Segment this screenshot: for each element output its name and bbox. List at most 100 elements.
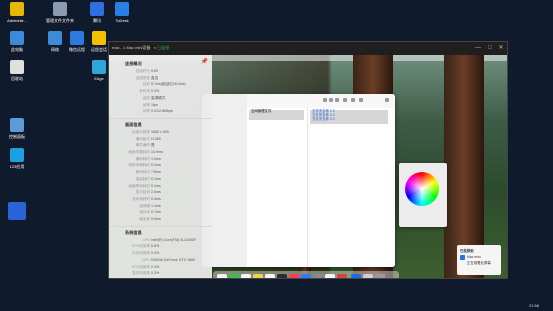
settings-icon[interactable] [313, 274, 323, 278]
close-button[interactable]: ✕ [496, 44, 506, 52]
stats-value: 14.9ms [151, 150, 163, 154]
taskbar-tray: 21:58 [473, 301, 553, 311]
color-picker[interactable] [399, 163, 447, 227]
finder-window[interactable]: 空间管理文件 文件夹名称 1.0 文件夹名称 2.0 文件夹名称 3.0 [202, 94, 395, 267]
color-wheel[interactable] [405, 172, 439, 206]
stats-value: 1.0ms [151, 156, 161, 161]
folder-icon [10, 2, 24, 16]
view-icon[interactable] [323, 98, 327, 102]
stats-key: 渲染耗时 [135, 176, 150, 181]
stats-value: 0.1ms [151, 176, 161, 181]
connection-status-text: 已连接 [157, 45, 170, 50]
share-icon[interactable] [343, 98, 347, 102]
desktop-icon-this-pc[interactable]: 此电脑 [2, 31, 32, 53]
stats-value: 0.0% [151, 89, 160, 94]
remote-desktop-window: mac - 1 Mac mini设备 ● 已连接 — □ ✕ 空间管理文件 文件… [108, 41, 508, 279]
minimize-button[interactable]: — [473, 44, 483, 52]
app-icon [70, 31, 84, 45]
stats-key: 帧丢弃 [139, 217, 150, 221]
stats-value: 0.2% [151, 271, 160, 276]
desktop-icon-todesk[interactable]: ToDesk [107, 2, 137, 23]
stats-section-title: 画面信息 [109, 122, 212, 129]
preview-icon[interactable] [325, 274, 335, 278]
view-icon[interactable] [329, 98, 333, 102]
stats-value: 2.4% [151, 264, 160, 269]
stats-key: 硬件编码 [135, 143, 150, 148]
taskbar-time: 21:58 [528, 303, 539, 308]
app-icon [90, 2, 104, 16]
desktop-icon-control-panel[interactable]: 控制面板 [2, 118, 32, 140]
desktop-icon-files[interactable]: 管理文件文件夹 [45, 2, 75, 24]
stats-key: 连接时长 [135, 69, 150, 73]
connection-stats-panel: 📌 连接概况 连接时长 0:00 连接类型 直连 延迟 5.7ms(帧延迟28.0ms) 丢包… [109, 55, 212, 278]
notes-icon[interactable] [253, 274, 263, 278]
view-icon[interactable] [335, 98, 339, 102]
desktop-icon-admin[interactable]: Administr... [2, 2, 32, 23]
stats-value: 0.0/12.8Mbps [151, 109, 173, 114]
divider [109, 117, 212, 119]
computer-icon [10, 31, 24, 45]
stats-key: 远端分辨率 [132, 129, 150, 134]
tv-icon[interactable] [277, 274, 287, 278]
stats-value: 是 [151, 143, 155, 148]
stats-value: Intel(R) Core(TM) i5-14400F [151, 237, 197, 242]
stats-key: 画面采集耗时 [128, 150, 150, 154]
list-item[interactable]: 空间管理文件 [249, 109, 304, 120]
reminders-icon[interactable] [265, 274, 275, 278]
maximize-button[interactable]: □ [485, 44, 495, 52]
stats-section-title-text: 系统信息 [125, 229, 142, 235]
stats-key: 丢包率 [139, 89, 150, 94]
list-item-label: 文件夹名称 3.0 [312, 116, 335, 121]
trash-icon[interactable] [375, 274, 385, 278]
stats-key: GPU利用率 [131, 264, 150, 269]
notification[interactable]: 已投屏到 Mac mini 正在观看此屏幕 [457, 245, 501, 275]
desktop-icon-recycle[interactable]: 回收站 [2, 60, 32, 82]
calendar-icon[interactable] [241, 274, 251, 278]
notification-line: Mac mini [467, 255, 481, 259]
stats-value: NVIDIA GeForce GTX 1660 [151, 257, 196, 262]
stats-value: 6.8% [151, 244, 160, 249]
app-icon [115, 2, 129, 16]
app-icon[interactable] [337, 274, 347, 278]
finder-column-b: 文件夹名称 1.0 文件夹名称 2.0 文件夹名称 3.0 [308, 108, 395, 267]
app-icon [10, 148, 24, 162]
app-store-icon[interactable] [301, 274, 311, 278]
stats-value: H.265 [151, 136, 161, 141]
settings-icon [10, 118, 24, 132]
document-icon [53, 2, 67, 16]
stats-row: 码率 0.0/12.8Mbps [109, 109, 212, 116]
stats-value: 0.0ms [151, 196, 161, 201]
stats-key: 画面等待耗时 [128, 183, 150, 188]
stats-key: 帧率 [142, 102, 150, 107]
divider [109, 225, 212, 227]
stats-section-title: 系统信息 [109, 230, 212, 237]
stats-value: 直连 [151, 75, 159, 80]
mac-dock [213, 271, 399, 278]
stats-key: 总体帧耗时 [132, 196, 150, 201]
stats-value: 2.0ms [151, 190, 161, 195]
stats-value: 0.0% [151, 251, 160, 256]
finder-column-a: 空间管理文件 [247, 108, 308, 267]
notification-line: 正在观看此屏幕 [467, 261, 491, 265]
stats-key: 帧间隔 [139, 203, 150, 208]
folder-icon[interactable] [363, 274, 373, 278]
stats-key: 码率 [142, 109, 150, 114]
search-icon[interactable] [385, 98, 389, 102]
stats-key: 显存利用率 [132, 271, 150, 276]
stats-key: 显示延迟 [135, 190, 150, 195]
stats-section-title-text: 画面信息 [125, 121, 142, 127]
facetime-icon[interactable] [229, 274, 239, 278]
stats-value: 0.1ms [151, 163, 161, 168]
photos-icon[interactable] [217, 274, 227, 278]
more-icon[interactable] [359, 98, 363, 102]
stats-value: 0:00 [151, 69, 158, 73]
tag-icon[interactable] [351, 98, 355, 102]
list-item[interactable]: 文件夹名称 1.0 文件夹名称 2.0 文件夹名称 3.0 [310, 109, 388, 124]
stats-section-title-text: 连接概况 [125, 61, 142, 66]
music-icon[interactable] [289, 274, 299, 278]
desktop-icon-123[interactable]: 123应用 [2, 148, 32, 170]
stats-row: 帧丢弃 0.0ms [109, 217, 212, 224]
desktop-icon-windows[interactable] [2, 202, 32, 222]
connection-status: ● 已连接 [153, 45, 170, 50]
finder-icon[interactable] [351, 274, 361, 278]
